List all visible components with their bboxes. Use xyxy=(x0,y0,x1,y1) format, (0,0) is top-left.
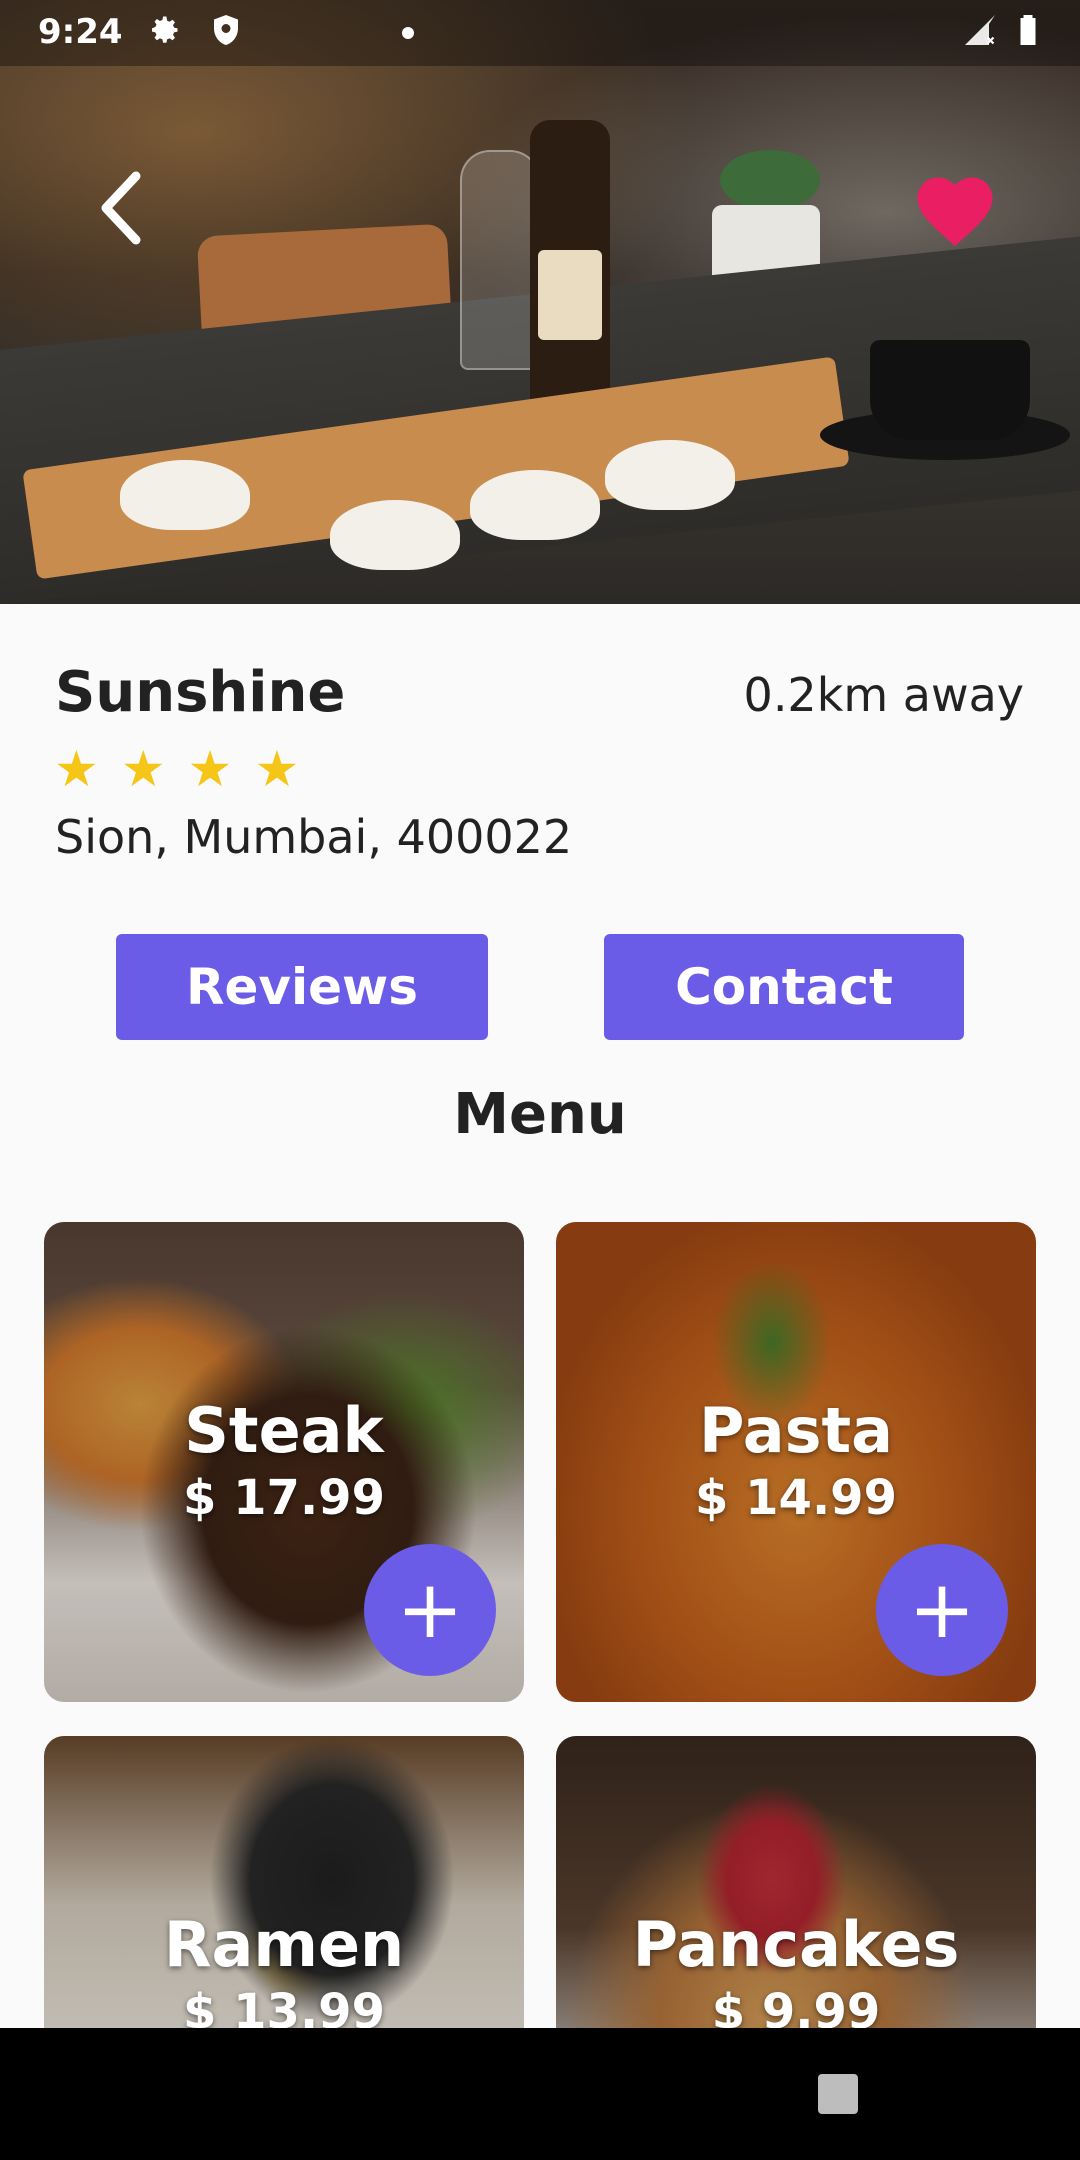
menu-item-name: Pasta xyxy=(699,1394,893,1467)
photo-coffee-cup xyxy=(870,340,1030,440)
chevron-left-icon[interactable] xyxy=(92,168,152,248)
navigation-bar xyxy=(0,2028,1080,2160)
status-bar: 9:24 xyxy=(0,0,1080,66)
photo-bowl xyxy=(605,440,735,510)
menu-item-price: $ 17.99 xyxy=(183,1470,385,1526)
add-to-cart-button[interactable]: + xyxy=(364,1544,496,1676)
shield-icon xyxy=(214,15,238,45)
restaurant-photo xyxy=(0,0,1080,604)
signal-icon xyxy=(965,15,995,45)
menu-item-name: Ramen xyxy=(163,1908,405,1981)
photo-plant xyxy=(720,150,820,210)
battery-icon xyxy=(1020,15,1036,45)
photo-glass xyxy=(460,150,540,370)
photo-bowl xyxy=(330,500,460,570)
contact-button[interactable]: Contact xyxy=(604,934,964,1040)
restaurant-address: Sion, Mumbai, 400022 xyxy=(55,810,573,864)
photo-bowl xyxy=(120,460,250,530)
restaurant-name: Sunshine xyxy=(55,660,346,725)
distance-label: 0.2km away xyxy=(743,668,1024,722)
status-time: 9:24 xyxy=(38,12,123,52)
menu-item-name: Steak xyxy=(184,1394,384,1467)
plus-icon: + xyxy=(396,1563,464,1656)
photo-bottle-label xyxy=(538,250,602,340)
reviews-button[interactable]: Reviews xyxy=(116,934,488,1040)
menu-item-name: Pancakes xyxy=(632,1908,960,1981)
star-icon: ★ xyxy=(120,740,166,798)
menu-item-price: $ 14.99 xyxy=(695,1470,897,1526)
notification-dot-icon xyxy=(402,27,414,39)
star-icon: ★ xyxy=(187,740,233,798)
plus-icon: + xyxy=(908,1563,976,1656)
photo-bowl xyxy=(470,470,600,540)
star-icon: ★ xyxy=(254,740,300,798)
star-icon: ★ xyxy=(54,740,99,798)
add-to-cart-button[interactable]: + xyxy=(876,1544,1008,1676)
rating-stars: ★ ★ ★ ★ xyxy=(54,744,299,794)
menu-item-steak[interactable]: Steak $ 17.99 + xyxy=(44,1222,524,1702)
heart-icon[interactable] xyxy=(910,165,1000,250)
menu-item-pasta[interactable]: Pasta $ 14.99 + xyxy=(556,1222,1036,1702)
recents-square-icon[interactable] xyxy=(818,2074,858,2114)
menu-title: Menu xyxy=(453,1082,627,1147)
gear-icon xyxy=(152,16,178,43)
